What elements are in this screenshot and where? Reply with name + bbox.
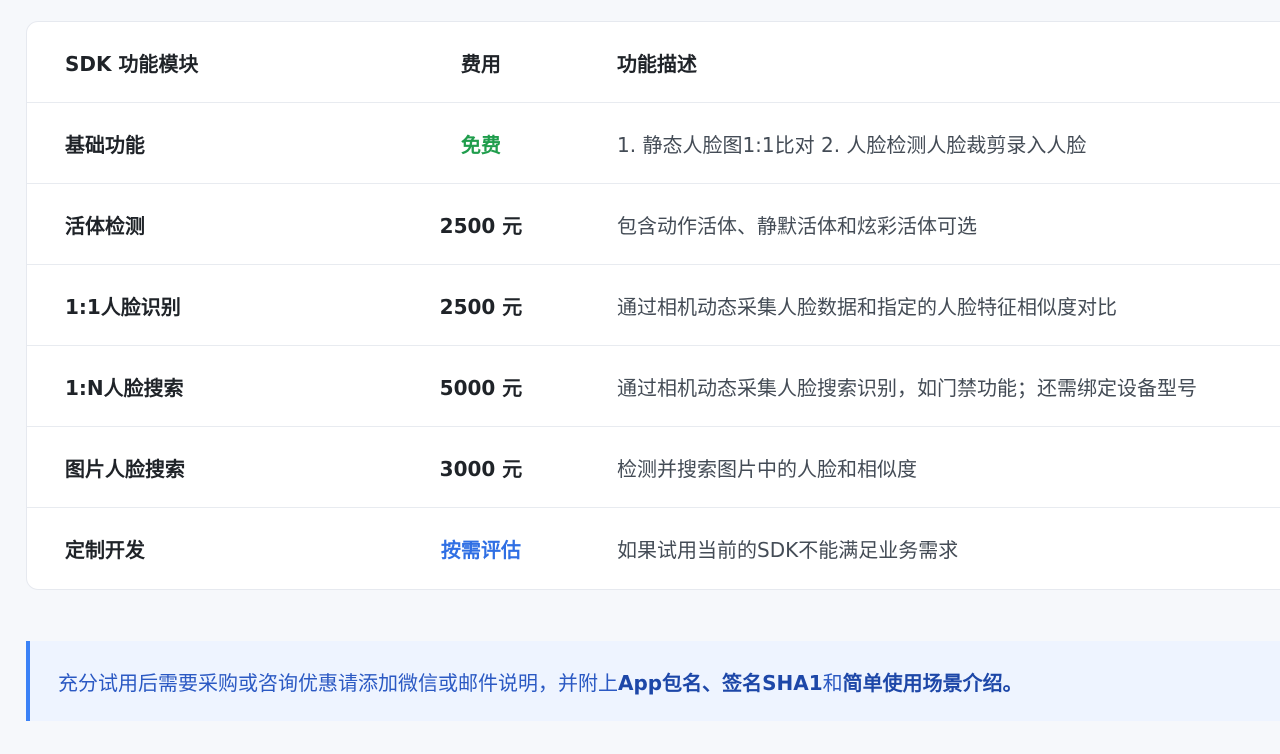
notice-highlight-scenario: 简单使用场景介绍。 [842, 670, 1023, 695]
notice-text: 充分试用后需要采购或咨询优惠请添加微信或邮件说明，并附上 [58, 670, 618, 695]
module-description: 1. 静态人脸图1:1比对 2. 人脸检测人脸裁剪录入人脸 [617, 132, 1087, 157]
module-description: 检测并搜索图片中的人脸和相似度 [617, 456, 917, 481]
pricing-table: SDK 功能模块 费用 功能描述 基础功能 免费 1. 静态人脸图1:1比对 2… [26, 21, 1280, 590]
purchase-notice: 充分试用后需要采购或咨询优惠请添加微信或邮件说明，并附上 App包名、签名SHA… [26, 641, 1280, 721]
module-price: 2500 元 [439, 294, 523, 319]
module-description: 如果试用当前的SDK不能满足业务需求 [617, 538, 959, 562]
table-row: 基础功能 免费 1. 静态人脸图1:1比对 2. 人脸检测人脸裁剪录入人脸 [27, 103, 1280, 184]
module-name: 定制开发 [65, 538, 145, 562]
module-name: 1:N人脸搜索 [65, 375, 184, 400]
table-row: 1:1人脸识别 2500 元 通过相机动态采集人脸数据和指定的人脸特征相似度对比 [27, 265, 1280, 346]
notice-text-connector: 和 [822, 670, 843, 695]
table-row: 定制开发 按需评估 如果试用当前的SDK不能满足业务需求 [27, 508, 1280, 589]
notice-highlight-package: App包名、签名SHA1 [618, 670, 823, 695]
table-header-row: SDK 功能模块 费用 功能描述 [27, 22, 1280, 103]
module-price: 按需评估 [441, 538, 521, 562]
header-module: SDK 功能模块 [65, 51, 199, 76]
module-price: 免费 [461, 132, 501, 157]
module-price: 2500 元 [439, 213, 523, 238]
module-name: 基础功能 [65, 132, 145, 157]
module-description: 包含动作活体、静默活体和炫彩活体可选 [617, 213, 977, 238]
table-row: 图片人脸搜索 3000 元 检测并搜索图片中的人脸和相似度 [27, 427, 1280, 508]
module-name: 图片人脸搜索 [65, 456, 185, 481]
module-name: 1:1人脸识别 [65, 294, 181, 319]
module-description: 通过相机动态采集人脸搜索识别，如门禁功能；还需绑定设备型号 [617, 375, 1197, 400]
table-row: 1:N人脸搜索 5000 元 通过相机动态采集人脸搜索识别，如门禁功能；还需绑定… [27, 346, 1280, 427]
table-row: 活体检测 2500 元 包含动作活体、静默活体和炫彩活体可选 [27, 184, 1280, 265]
module-description: 通过相机动态采集人脸数据和指定的人脸特征相似度对比 [617, 294, 1117, 319]
module-name: 活体检测 [65, 213, 145, 238]
header-price: 费用 [461, 51, 501, 76]
header-description: 功能描述 [617, 51, 697, 76]
module-price: 5000 元 [439, 375, 523, 400]
module-price: 3000 元 [439, 456, 523, 481]
